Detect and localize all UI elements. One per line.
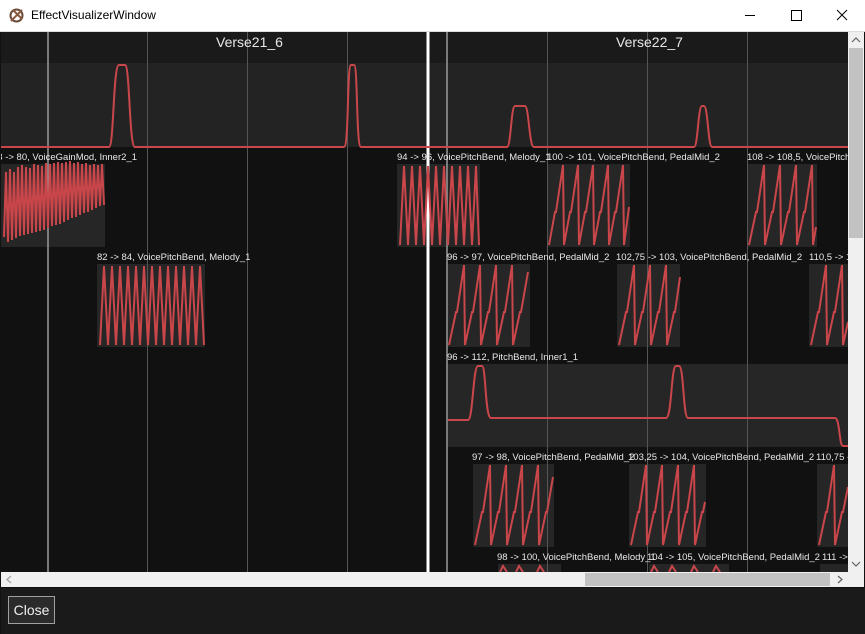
effect-timeline[interactable]: Verse21_6 Verse22_7 78 -> 80, VoiceGainM… xyxy=(1,32,848,572)
vertical-scrollbar-thumb[interactable] xyxy=(849,48,863,238)
effect-label-6: 96 -> 97, VoicePitchBend, PedalMid_2 xyxy=(447,252,610,263)
effect-box-15 xyxy=(820,564,848,572)
effect-label-8: 110,5 -> 111, VoicePitchBend, PedalMid_2 xyxy=(809,252,848,263)
scroll-left-icon xyxy=(6,575,12,584)
scrollbar-corner xyxy=(848,572,864,587)
effect-label-3: 100 -> 101, VoicePitchBend, PedalMid_2 xyxy=(547,152,720,163)
window-title: EffectVisualizerWindow xyxy=(31,8,156,22)
scroll-down-icon xyxy=(851,561,861,567)
minimize-icon xyxy=(745,15,755,16)
effect-label-12: 110,75 -> 111, VoicePitchBend, PedalMid_… xyxy=(816,452,848,463)
scroll-right-icon xyxy=(837,575,843,584)
effect-label-4: 108 -> 108,5, VoicePitchBend, PedalMid_2 xyxy=(747,152,848,163)
effect-label-13: 98 -> 100, VoicePitchBend, Melody_1 xyxy=(497,552,656,563)
effect-label-9: 96 -> 112, PitchBend, Inner1_1 xyxy=(447,352,579,363)
effect-label-10: 97 -> 98, VoicePitchBend, PedalMid_2 xyxy=(472,452,635,463)
timeline-canvas xyxy=(1,32,848,572)
close-button[interactable]: Close xyxy=(8,596,55,624)
close-icon xyxy=(836,9,848,21)
effect-box-6 xyxy=(447,264,530,347)
close-window-button[interactable] xyxy=(819,0,865,31)
horizontal-scrollbar-thumb[interactable] xyxy=(585,573,830,586)
footer-bar xyxy=(1,588,865,634)
effect-box-13 xyxy=(498,564,561,572)
title-bar: EffectVisualizerWindow xyxy=(0,0,865,32)
effect-label-11: 103,25 -> 104, VoicePitchBend, PedalMid_… xyxy=(628,452,815,463)
section-label-verse21: Verse21_6 xyxy=(216,34,283,50)
maximize-icon xyxy=(791,10,802,21)
effect-label-5: 82 -> 84, VoicePitchBend, Melody_1 xyxy=(97,252,251,263)
effect-label-2: 94 -> 96, VoicePitchBend, Melody_1 xyxy=(397,152,551,163)
scroll-up-icon xyxy=(851,37,861,43)
section-label-verse22: Verse22_7 xyxy=(616,34,683,50)
effect-label-1: 78 -> 80, VoiceGainMod, Inner2_1 xyxy=(1,152,137,163)
effect-label-14: 104 -> 105, VoicePitchBend, PedalMid_2 xyxy=(647,552,820,563)
effect-visualizer-app-icon xyxy=(9,8,24,23)
effect-label-7: 102,75 -> 103, VoicePitchBend, PedalMid_… xyxy=(616,252,803,263)
minimize-button[interactable] xyxy=(727,0,773,31)
maximize-button[interactable] xyxy=(773,0,819,31)
effect-label-15: 111 -> 112, VoicePitchBend, PedalMid_2 xyxy=(822,552,848,563)
section-header-strip xyxy=(1,32,848,63)
